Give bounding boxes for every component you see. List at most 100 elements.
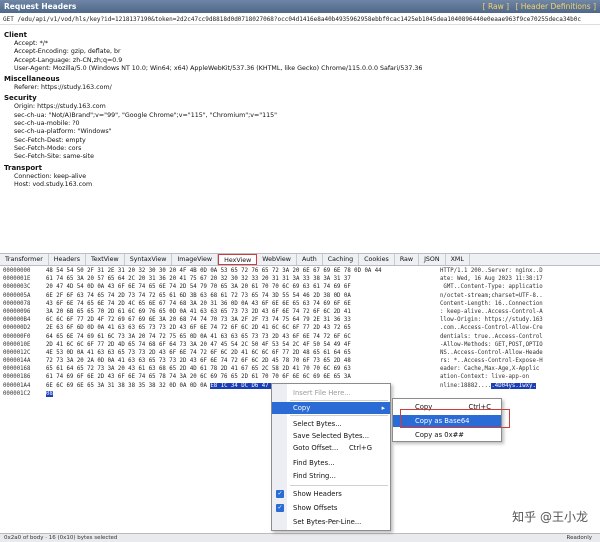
- hex-ascii[interactable]: : keep-alive..Access-Control-A: [440, 308, 543, 316]
- hex-row[interactable]: 0000010E 2D 41 6C 6C 6F 77 2D 4D 65 74 68…: [0, 341, 600, 349]
- hex-ascii[interactable]: dentials: true..Access-Control: [440, 333, 543, 341]
- hex-bytes[interactable]: 48 54 54 50 2F 31 2E 31 20 32 30 30 20 4…: [46, 267, 382, 275]
- hex-row[interactable]: 0000014A 72 73 3A 20 2A 0D 0A 41 63 63 65…: [0, 357, 600, 365]
- header-entry[interactable]: sec-ch-ua-mobile: ?0: [4, 120, 596, 128]
- hex-row[interactable]: 000000F0 64 65 6E 74 69 61 6C 73 3A 20 74…: [0, 333, 600, 341]
- hex-bytes[interactable]: 6C 6C 6F 77 2D 4F 72 69 67 69 6E 3A 20 6…: [46, 316, 351, 324]
- header-entry[interactable]: Accept-Language: zh-CN,zh;q=0.9: [4, 57, 596, 65]
- hex-bytes[interactable]: 08: [46, 390, 53, 398]
- hex-bytes[interactable]: 2E 63 6F 6D 0D 0A 41 63 63 65 73 73 2D 4…: [46, 324, 351, 332]
- raw-link[interactable]: [ Raw ]: [483, 2, 509, 11]
- hex-ascii[interactable]: ation-Context: live-app-on: [440, 373, 529, 381]
- hex-ascii[interactable]: n/octet-stream;charset=UTF-8..: [440, 292, 543, 300]
- hex-bytes[interactable]: 61 74 65 3A 20 57 65 64 2C 20 31 36 20 4…: [46, 275, 351, 283]
- tab-cookies[interactable]: Cookies: [359, 254, 395, 265]
- hex-row[interactable]: 00000078 43 6F 6E 74 65 6E 74 2D 4C 65 6E…: [0, 300, 600, 308]
- header-group-title[interactable]: Security: [4, 94, 596, 103]
- hex-ascii-plain: eader: Cache,Max-Age,X-Applic: [440, 366, 540, 373]
- header-entry[interactable]: sec-ch-ua: "Not/A)Brand";v="99", "Google…: [4, 112, 596, 120]
- hex-bytes[interactable]: 4E 53 0D 0A 41 63 63 65 73 73 2D 43 6F 6…: [46, 349, 351, 357]
- header-entry[interactable]: Sec-Fetch-Site: same-site: [4, 153, 596, 161]
- hex-ascii[interactable]: Content-Length: 16..Connection: [440, 300, 543, 308]
- header-entry[interactable]: Connection: keep-alive: [4, 173, 596, 181]
- hex-ascii[interactable]: rs: *..Access-Control-Expose-H: [440, 357, 543, 365]
- hex-offset: 00000000: [3, 268, 31, 274]
- hex-row[interactable]: 0000012C 4E 53 0D 0A 41 63 63 65 73 73 2D…: [0, 349, 600, 357]
- header-entry[interactable]: Origin: https://study.163.com: [4, 103, 596, 111]
- submenu-copy-as-base64[interactable]: Copy as Base64: [393, 415, 501, 427]
- hex-ascii[interactable]: nline:18882.....4D04ys.Iwxy.: [440, 382, 536, 390]
- header-group-title[interactable]: Transport: [4, 164, 596, 173]
- tab-imageview[interactable]: ImageView: [172, 254, 219, 265]
- menu-copy[interactable]: Copy ▸: [272, 402, 390, 414]
- hex-bytes[interactable]: 64 65 6E 74 69 61 6C 73 3A 20 74 72 75 6…: [46, 333, 351, 341]
- header-group-title[interactable]: Client: [4, 31, 596, 40]
- hex-row[interactable]: 00000168 65 61 64 65 72 73 3A 20 43 61 63…: [0, 365, 600, 373]
- menu-find-bytes[interactable]: Find Bytes...: [272, 457, 390, 469]
- hex-bytes[interactable]: 65 61 64 65 72 73 3A 20 43 61 63 68 65 2…: [46, 365, 351, 373]
- header-entry[interactable]: Accept-Encoding: gzip, deflate, br: [4, 48, 596, 56]
- menu-show-offsets[interactable]: ✓ Show Offsets: [272, 502, 390, 514]
- copy-submenu: Copy Ctrl+C Copy as Base64 Copy as 0x##: [392, 398, 502, 442]
- header-entry[interactable]: Sec-Fetch-Mode: cors: [4, 145, 596, 153]
- header-entry[interactable]: Accept: */*: [4, 40, 596, 48]
- header-entry[interactable]: Referer: https://study.163.com/: [4, 84, 596, 92]
- hex-bytes[interactable]: 43 6F 6E 74 65 6E 74 2D 4C 65 6E 67 74 6…: [46, 300, 351, 308]
- hex-ascii[interactable]: -Allow-Methods: GET,POST,OPTIO: [440, 341, 543, 349]
- hex-ascii[interactable]: llow-Origin: https://study.163: [440, 316, 543, 324]
- tab-xml[interactable]: XML: [446, 254, 470, 265]
- hex-row[interactable]: 000000D2 2E 63 6F 6D 0D 0A 41 63 63 65 73…: [0, 324, 600, 332]
- header-entry[interactable]: Sec-Fetch-Dest: empty: [4, 137, 596, 145]
- tab-json[interactable]: JSON: [419, 254, 446, 265]
- header-group-title[interactable]: Miscellaneous: [4, 75, 596, 84]
- request-line: GET /edu/api/v1/vod/hls/key?id=121813719…: [0, 14, 600, 25]
- hex-ascii-plain: NS..Access-Control-Allow-Heade: [440, 349, 543, 356]
- tab-raw[interactable]: Raw: [395, 254, 420, 265]
- menu-select-bytes[interactable]: Select Bytes...: [272, 418, 390, 430]
- tab-syntaxview[interactable]: SyntaxView: [125, 254, 173, 265]
- hex-ascii-plain: ation-Context: live-app-on: [440, 374, 530, 381]
- hex-bytes[interactable]: 6E 2F 6F 63 74 65 74 2D 73 74 72 65 61 6…: [46, 292, 351, 300]
- hex-ascii[interactable]: .com..Access-Control-Allow-Cre: [440, 324, 543, 332]
- hex-row[interactable]: 00000000 48 54 54 50 2F 31 2E 31 20 32 30…: [0, 267, 600, 275]
- hex-ascii[interactable]: NS..Access-Control-Allow-Heade: [440, 349, 543, 357]
- submenu-copy-as-0x[interactable]: Copy as 0x##: [393, 429, 501, 441]
- tab-webview[interactable]: WebView: [257, 254, 297, 265]
- hex-ascii[interactable]: ate: Wed, 16 Aug 2023 11:38:17: [440, 275, 543, 283]
- tab-headers[interactable]: Headers: [49, 254, 87, 265]
- tab-transformer[interactable]: Transformer: [0, 254, 49, 265]
- tab-auth[interactable]: Auth: [297, 254, 323, 265]
- hex-ascii[interactable]: eader: Cache,Max-Age,X-Applic: [440, 365, 539, 373]
- header-entry[interactable]: Host: vod.study.163.com: [4, 181, 596, 189]
- hex-row[interactable]: 00000096 3A 20 6B 65 65 70 2D 61 6C 69 76…: [0, 308, 600, 316]
- menu-find-string[interactable]: Find String...: [272, 470, 390, 482]
- hex-bytes[interactable]: 61 74 69 6F 6E 2D 43 6F 6E 74 65 78 74 3…: [46, 373, 351, 381]
- menu-save-selected-bytes[interactable]: Save Selected Bytes...: [272, 430, 390, 442]
- hex-row[interactable]: 0000003C 20 47 4D 54 0D 0A 43 6F 6E 74 65…: [0, 283, 600, 291]
- hex-bytes[interactable]: 3A 20 6B 65 65 70 2D 61 6C 69 76 65 0D 0…: [46, 308, 351, 316]
- menu-set-bytes-per-line[interactable]: Set Bytes-Per-Line...: [272, 516, 390, 528]
- hex-ascii[interactable]: GMT..Content-Type: applicatio: [440, 283, 542, 291]
- hex-row[interactable]: 0000005A 6E 2F 6F 63 74 65 74 2D 73 74 72…: [0, 292, 600, 300]
- hex-ascii[interactable]: HTTP/1.1 200..Server: nginx..D: [440, 267, 543, 275]
- menu-show-headers-label: Show Headers: [293, 490, 342, 498]
- hex-bytes[interactable]: 2D 41 6C 6C 6F 77 2D 4D 65 74 68 6F 64 7…: [46, 341, 351, 349]
- hex-row[interactable]: 000000B4 6C 6C 6F 77 2D 4F 72 69 67 69 6E…: [0, 316, 600, 324]
- hex-row[interactable]: 0000001E 61 74 65 3A 20 57 65 64 2C 20 31…: [0, 275, 600, 283]
- menu-show-headers[interactable]: ✓ Show Headers: [272, 488, 390, 500]
- tab-caching[interactable]: Caching: [323, 254, 360, 265]
- header-entry[interactable]: sec-ch-ua-platform: "Windows": [4, 128, 596, 136]
- hex-ascii-plain: rs: *..Access-Control-Expose-H: [440, 358, 543, 365]
- hex-ascii-plain: n/octet-stream;charset=UTF-8..: [440, 292, 543, 299]
- tab-textview[interactable]: TextView: [86, 254, 125, 265]
- hex-offset: 000001C2: [3, 390, 31, 397]
- menu-insert-file[interactable]: Insert File Here...: [272, 387, 390, 399]
- menu-goto-offset[interactable]: Goto Offset... Ctrl+G: [272, 442, 390, 454]
- tab-hexview[interactable]: HexView: [218, 254, 258, 265]
- hex-bytes[interactable]: 20 47 4D 54 0D 0A 43 6F 6E 74 65 6E 74 2…: [46, 283, 351, 291]
- submenu-copy[interactable]: Copy Ctrl+C: [393, 401, 501, 413]
- hex-bytes[interactable]: 72 73 3A 20 2A 0D 0A 41 63 63 65 73 73 2…: [46, 357, 351, 365]
- header-definitions-link[interactable]: [ Header Definitions ]: [515, 2, 596, 11]
- header-entry[interactable]: User-Agent: Mozilla/5.0 (Windows NT 10.0…: [4, 65, 596, 73]
- hex-row[interactable]: 00000186 61 74 69 6F 6E 2D 43 6F 6E 74 65…: [0, 373, 600, 381]
